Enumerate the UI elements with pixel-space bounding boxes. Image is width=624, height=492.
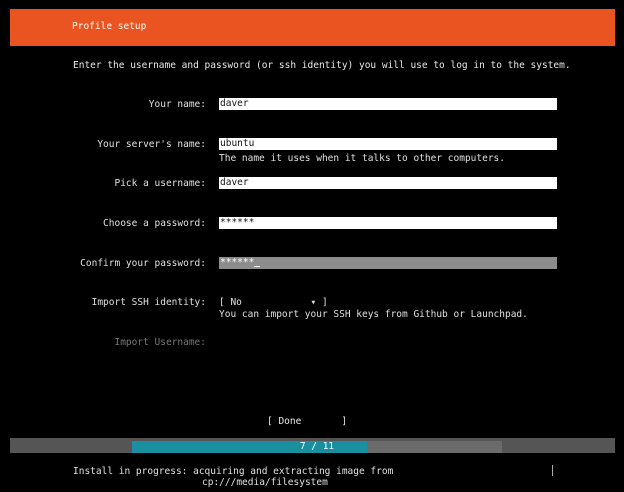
name-label: Your name: xyxy=(148,99,206,110)
ssh-identity-label: Import SSH identity: xyxy=(91,297,206,308)
scrollbar[interactable] xyxy=(552,465,553,476)
server-name-help: The name it uses when it talks to other … xyxy=(219,153,505,164)
progress-label: 7 / 11 xyxy=(299,441,335,452)
import-username-label: Import Username: xyxy=(114,337,206,348)
installer-screen: Profile setup Enter the username and pas… xyxy=(0,0,624,492)
ssh-identity-help: You can import your SSH keys from Github… xyxy=(219,309,528,320)
intro-text: Enter the username and password (or ssh … xyxy=(73,60,571,71)
password-label: Choose a password: xyxy=(103,218,206,229)
confirm-password-value: ****** xyxy=(220,257,255,268)
confirm-password-input[interactable]: ****** xyxy=(219,257,557,269)
done-button[interactable]: [ Done ] xyxy=(267,416,347,427)
page-title: Profile setup xyxy=(72,21,147,32)
status-message: Install in progress: acquiring and extra… xyxy=(73,466,473,488)
ssh-identity-select[interactable]: [ No ▾ ] xyxy=(219,297,328,308)
status-line-1: Install in progress: acquiring and extra… xyxy=(73,466,394,477)
text-cursor xyxy=(254,266,261,267)
server-name-label: Your server's name: xyxy=(97,139,206,150)
password-input[interactable]: ****** xyxy=(219,217,557,229)
confirm-password-label: Confirm your password: xyxy=(80,258,206,269)
username-label: Pick a username: xyxy=(114,178,206,189)
server-name-input[interactable]: ubuntu xyxy=(219,138,557,150)
progress-bar: 7 / 11 xyxy=(132,441,502,453)
header-bar: Profile setup xyxy=(10,9,615,46)
name-input[interactable]: daver xyxy=(219,98,557,110)
status-line-2: cp:///media/filesystem xyxy=(202,477,328,488)
username-input[interactable]: daver xyxy=(219,177,557,189)
